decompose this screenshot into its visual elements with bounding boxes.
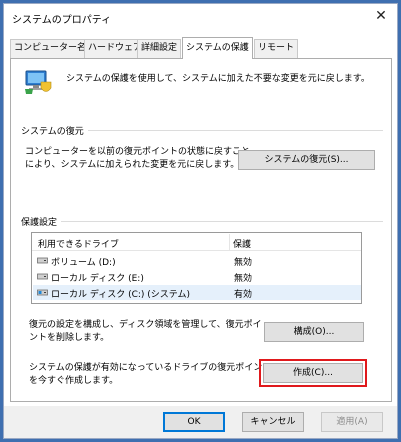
drive-name: ボリューム (D:) <box>51 258 116 268</box>
intro-row: システムの保護を使用して、システムに加えた不要な変更を元に戻します。 <box>11 59 391 97</box>
tab-strip: コンピューター名 ハードウェア 詳細設定 システムの保護 リモート <box>10 37 390 59</box>
restore-description: コンピューターを以前の復元ポイントの状態に戻すこと により、システムに加えられた… <box>25 146 250 172</box>
drive-row-c[interactable]: ローカル ディスク (C:) (システム) 有効 <box>33 285 361 300</box>
restore-description-line2: により、システムに加えられた変更を元に戻します。 <box>25 160 240 170</box>
create-description-line2: を今すぐ作成します。 <box>29 376 119 386</box>
system-drive-icon <box>37 289 48 296</box>
create-description-line1: システムの保護が有効になっているドライブの復元ポイント <box>29 363 272 373</box>
drive-icon <box>37 257 48 264</box>
tab-system-protection[interactable]: システムの保護 <box>182 37 253 59</box>
drive-icon <box>37 273 48 280</box>
system-properties-dialog: システムのプロパティ ✕ コンピューター名 ハードウェア 詳細設定 システムの保… <box>3 3 398 439</box>
drive-row-e[interactable]: ローカル ディスク (E:) 無効 <box>33 269 361 284</box>
tab-computer-name[interactable]: コンピューター名 <box>10 39 91 58</box>
dialog-footer: OK キャンセル 適用(A) <box>4 406 397 438</box>
system-restore-button[interactable]: システムの復元(S)... <box>238 150 375 170</box>
close-icon[interactable]: ✕ <box>371 7 391 25</box>
create-restore-point-button[interactable]: 作成(C)... <box>263 363 363 383</box>
drive-status: 有効 <box>234 290 253 300</box>
title-bar: システムのプロパティ ✕ <box>4 4 397 30</box>
intro-text: システムの保護を使用して、システムに加えた不要な変更を元に戻します。 <box>66 74 370 84</box>
tab-advanced[interactable]: 詳細設定 <box>137 39 182 58</box>
window-title: システムのプロパティ <box>12 15 112 26</box>
drive-list[interactable]: 利用できるドライブ 保護 ボリューム (D:) 無効 ローカル ディスク (E:… <box>31 232 362 304</box>
protection-group-title: 保護設定 <box>21 215 62 228</box>
restore-description-line1: コンピューターを以前の復元ポイントの状態に戻すこと <box>25 147 251 157</box>
tab-remote[interactable]: リモート <box>254 39 299 58</box>
configure-button[interactable]: 構成(O)... <box>264 322 364 342</box>
restore-group-title: システムの復元 <box>21 124 88 137</box>
column-protection[interactable]: 保護 <box>233 237 251 250</box>
system-protection-panel: システムの保護を使用して、システムに加えた不要な変更を元に戻します。 システムの… <box>10 58 392 402</box>
ok-button[interactable]: OK <box>163 412 225 432</box>
column-separator <box>229 234 230 250</box>
drive-status: 無効 <box>234 274 253 284</box>
configure-description: 復元の設定を構成し、ディスク領域を管理して、復元ポイ ントを削除します。 <box>29 319 262 345</box>
cancel-button[interactable]: キャンセル <box>242 412 304 432</box>
drive-row-d[interactable]: ボリューム (D:) 無効 <box>33 253 361 268</box>
computer-shield-icon <box>25 70 52 94</box>
configure-description-line2: ントを削除します。 <box>29 333 110 343</box>
drive-status: 無効 <box>234 258 253 268</box>
column-available-drives[interactable]: 利用できるドライブ <box>38 237 119 250</box>
drive-name: ローカル ディスク (C:) (システム) <box>51 290 191 300</box>
create-description: システムの保護が有効になっているドライブの復元ポイント を今すぐ作成します。 <box>29 362 271 388</box>
drive-name: ローカル ディスク (E:) <box>51 274 144 284</box>
drive-list-header: 利用できるドライブ 保護 <box>32 233 361 251</box>
apply-button[interactable]: 適用(A) <box>321 412 383 432</box>
protection-group-divider <box>21 221 383 222</box>
configure-description-line1: 復元の設定を構成し、ディスク領域を管理して、復元ポイ <box>29 320 262 330</box>
